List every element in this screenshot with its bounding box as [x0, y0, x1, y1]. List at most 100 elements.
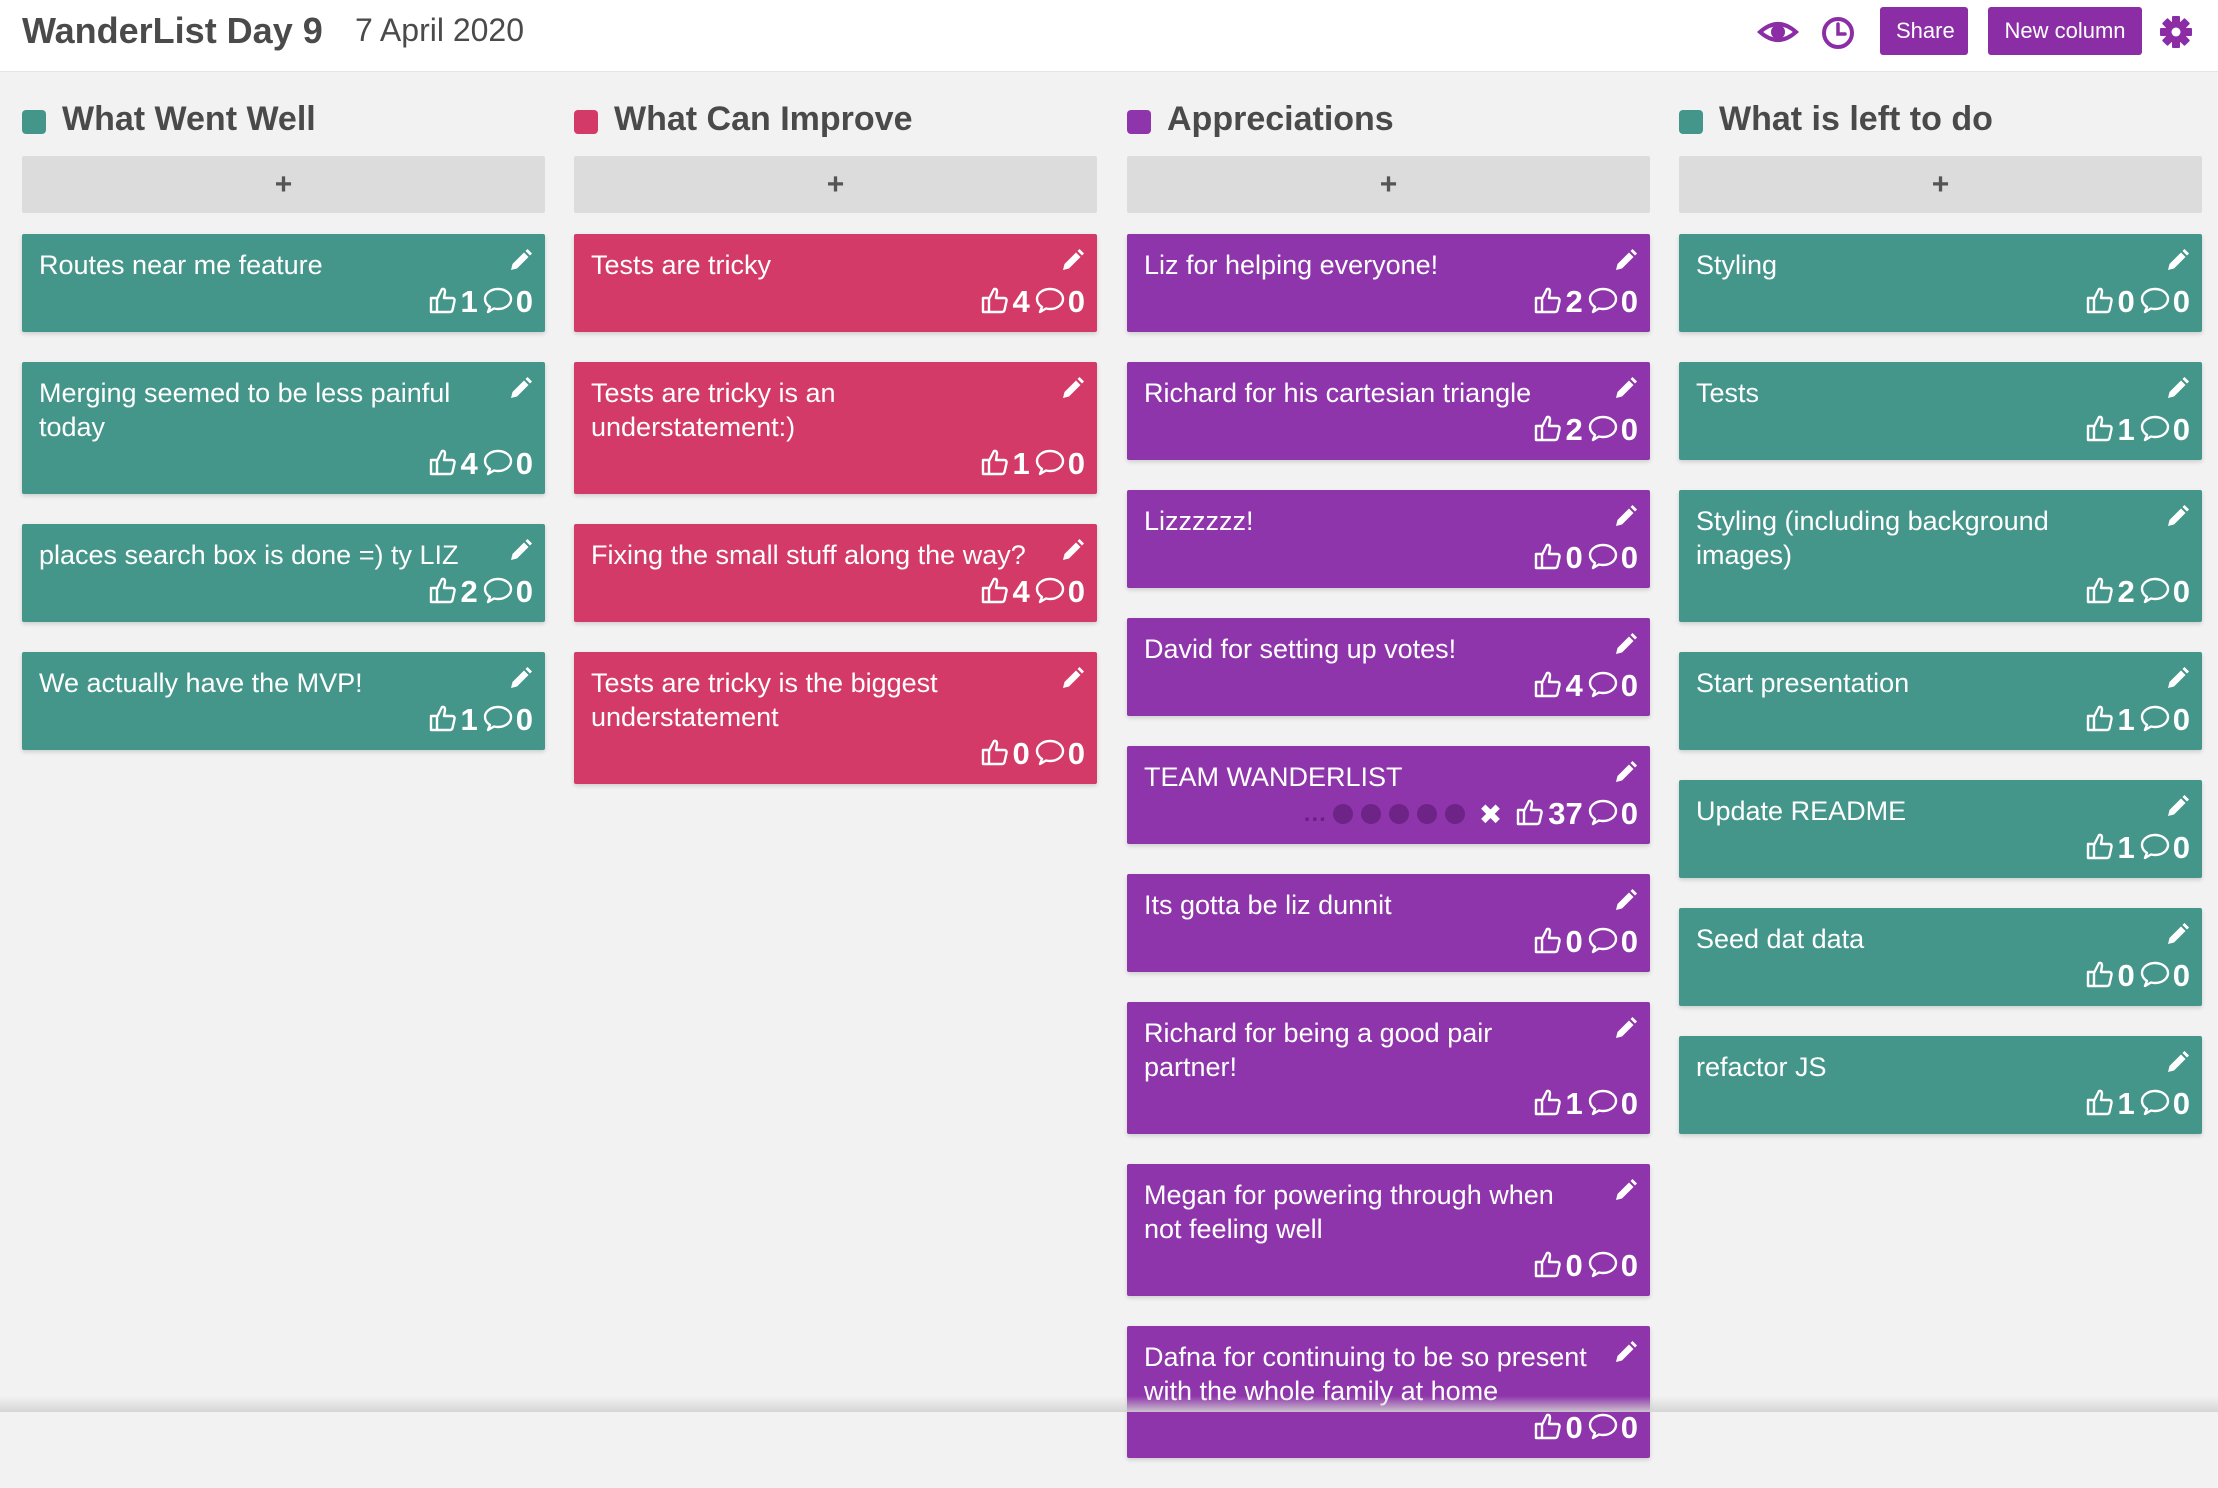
vote-button[interactable]: 1 [427, 284, 478, 321]
comment-button[interactable]: 0 [2139, 958, 2190, 994]
comment-button[interactable]: 0 [2139, 1086, 2190, 1122]
pencil-icon[interactable] [507, 666, 533, 692]
retro-card[interactable]: Lizzzzzz! 0 0 [1127, 490, 1650, 588]
retro-card[interactable]: Tests 1 0 [1679, 362, 2202, 460]
comment-button[interactable]: 0 [1587, 796, 1638, 832]
retro-card[interactable]: Megan for powering through when not feel… [1127, 1164, 1650, 1296]
pencil-icon[interactable] [1612, 1016, 1638, 1042]
pencil-icon[interactable] [1612, 248, 1638, 274]
retro-card[interactable]: Styling 0 0 [1679, 234, 2202, 332]
comment-button[interactable]: 0 [482, 574, 533, 610]
retro-card[interactable]: Tests are tricky is the biggest understa… [574, 652, 1097, 784]
vote-button[interactable]: 4 [979, 284, 1030, 321]
pencil-icon[interactable] [2164, 376, 2190, 402]
comment-button[interactable]: 0 [1034, 446, 1085, 482]
retro-card[interactable]: Merging seemed to be less painful today 4… [22, 362, 545, 494]
vote-button[interactable]: 0 [1532, 1410, 1583, 1447]
comment-button[interactable]: 0 [482, 702, 533, 738]
retro-card[interactable]: Richard for his cartesian triangle 2 0 [1127, 362, 1650, 460]
comment-button[interactable]: 0 [2139, 284, 2190, 320]
comment-button[interactable]: 0 [1034, 284, 1085, 320]
pencil-icon[interactable] [1059, 376, 1085, 402]
retro-card[interactable]: David for setting up votes! 4 0 [1127, 618, 1650, 716]
pencil-icon[interactable] [1059, 538, 1085, 564]
vote-button[interactable]: 0 [1532, 1248, 1583, 1285]
vote-button[interactable]: 0 [1532, 540, 1583, 577]
comment-button[interactable]: 0 [2139, 830, 2190, 866]
vote-button[interactable]: 1 [2084, 412, 2135, 449]
pencil-icon[interactable] [507, 538, 533, 564]
retro-card[interactable]: TEAM WANDERLIST... ✖ 37 0 [1127, 746, 1650, 844]
comment-button[interactable]: 0 [2139, 412, 2190, 448]
pencil-icon[interactable] [2164, 504, 2190, 530]
vote-button[interactable]: 1 [2084, 1086, 2135, 1123]
retro-card[interactable]: We actually have the MVP! 1 0 [22, 652, 545, 750]
vote-button[interactable]: 37 [1514, 796, 1583, 833]
retro-card[interactable]: Routes near me feature 1 0 [22, 234, 545, 332]
vote-button[interactable]: 2 [2084, 574, 2135, 611]
comment-button[interactable]: 0 [1587, 1410, 1638, 1446]
retro-card[interactable]: Dafna for continuing to be so present wi… [1127, 1326, 1650, 1458]
retro-card[interactable]: Start presentation 1 0 [1679, 652, 2202, 750]
column-title[interactable]: Appreciations [1167, 100, 1394, 139]
add-card-button[interactable]: + [22, 156, 545, 213]
vote-button[interactable]: 4 [427, 446, 478, 483]
retro-card[interactable]: Styling (including background images) 2 0 [1679, 490, 2202, 622]
vote-button[interactable]: 4 [1532, 668, 1583, 705]
retro-card[interactable]: Its gotta be liz dunnit 0 0 [1127, 874, 1650, 972]
add-card-button[interactable]: + [1679, 156, 2202, 213]
pencil-icon[interactable] [1612, 632, 1638, 658]
vote-button[interactable]: 0 [2084, 284, 2135, 321]
pencil-icon[interactable] [2164, 1050, 2190, 1076]
vote-button[interactable]: 0 [1532, 924, 1583, 961]
comment-button[interactable]: 0 [1587, 924, 1638, 960]
comment-button[interactable]: 0 [1587, 412, 1638, 448]
vote-button[interactable]: 2 [1532, 412, 1583, 449]
vote-button[interactable]: 2 [1532, 284, 1583, 321]
new-column-button[interactable]: New column [1988, 7, 2142, 55]
retro-card[interactable]: Tests are tricky 4 0 [574, 234, 1097, 332]
retro-card[interactable]: Update README 1 0 [1679, 780, 2202, 878]
retro-card[interactable]: Tests are tricky is an understatement:) 1… [574, 362, 1097, 494]
vote-button[interactable]: 1 [2084, 830, 2135, 867]
retro-card[interactable]: Fixing the small stuff along the way? 4 0 [574, 524, 1097, 622]
comment-button[interactable]: 0 [1587, 284, 1638, 320]
comment-button[interactable]: 0 [1034, 736, 1085, 772]
comment-button[interactable]: 0 [1587, 540, 1638, 576]
vote-button[interactable]: 1 [979, 446, 1030, 483]
comment-button[interactable]: 0 [1034, 574, 1085, 610]
pencil-icon[interactable] [1059, 666, 1085, 692]
comment-button[interactable]: 0 [1587, 668, 1638, 704]
vote-button[interactable]: 4 [979, 574, 1030, 611]
pencil-icon[interactable] [2164, 666, 2190, 692]
retro-card[interactable]: Richard for being a good pair partner! 1 0 [1127, 1002, 1650, 1134]
clear-votes-icon[interactable]: ✖ [1479, 798, 1502, 831]
column-title[interactable]: What Can Improve [614, 100, 912, 139]
pencil-icon[interactable] [507, 376, 533, 402]
vote-button[interactable]: 2 [427, 574, 478, 611]
pencil-icon[interactable] [1059, 248, 1085, 274]
comment-button[interactable]: 0 [1587, 1248, 1638, 1284]
eye-icon[interactable] [1756, 12, 1800, 52]
add-card-button[interactable]: + [1127, 156, 1650, 213]
pencil-icon[interactable] [1612, 504, 1638, 530]
pencil-icon[interactable] [1612, 1340, 1638, 1366]
comment-button[interactable]: 0 [482, 446, 533, 482]
retro-card[interactable]: refactor JS 1 0 [1679, 1036, 2202, 1134]
pencil-icon[interactable] [2164, 248, 2190, 274]
pencil-icon[interactable] [2164, 794, 2190, 820]
pencil-icon[interactable] [2164, 922, 2190, 948]
pencil-icon[interactable] [1612, 888, 1638, 914]
column-title[interactable]: What is left to do [1719, 100, 1993, 139]
clock-icon[interactable] [1816, 12, 1860, 52]
comment-button[interactable]: 0 [1587, 1086, 1638, 1122]
comment-button[interactable]: 0 [482, 284, 533, 320]
comment-button[interactable]: 0 [2139, 574, 2190, 610]
retro-card[interactable]: Liz for helping everyone! 2 0 [1127, 234, 1650, 332]
pencil-icon[interactable] [1612, 1178, 1638, 1204]
vote-button[interactable]: 1 [427, 702, 478, 739]
pencil-icon[interactable] [1612, 760, 1638, 786]
gear-icon[interactable] [2154, 12, 2198, 52]
retro-card[interactable]: Seed dat data 0 0 [1679, 908, 2202, 1006]
vote-button[interactable]: 0 [2084, 958, 2135, 995]
